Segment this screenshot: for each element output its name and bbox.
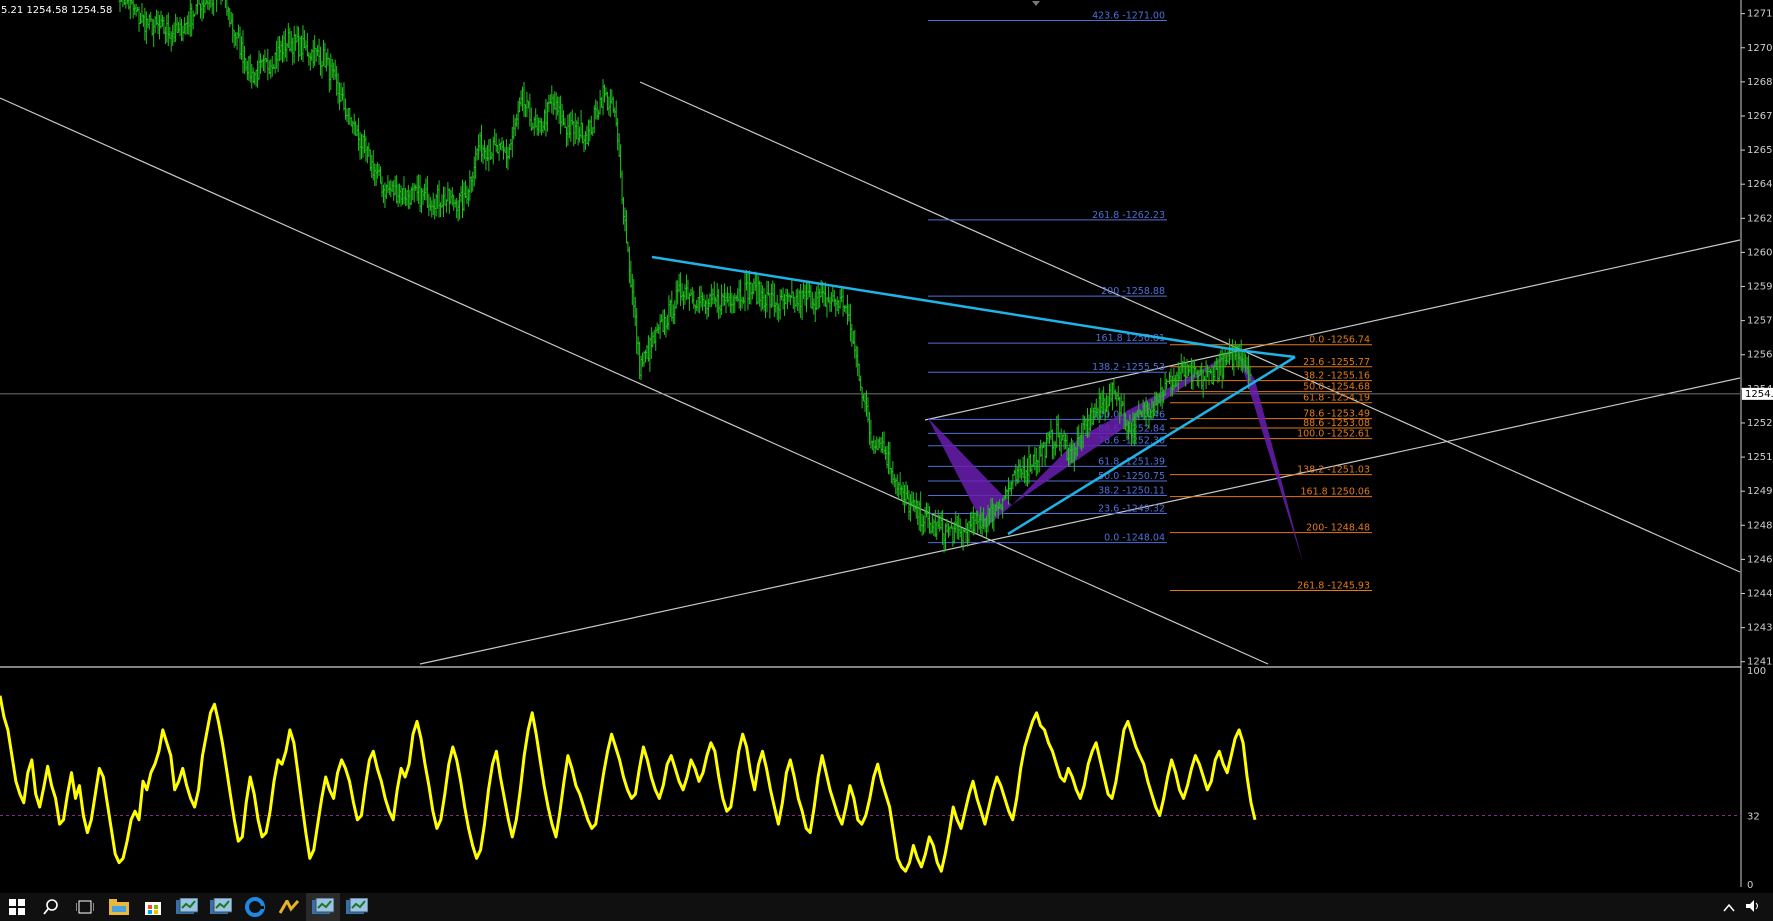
price-tick-label: 1251. (1747, 452, 1773, 463)
fib-blue-level-label-12: 0.0 -1248.04 (1104, 533, 1165, 544)
store-icon[interactable] (136, 893, 170, 921)
app-icon[interactable] (272, 893, 306, 921)
price-tick-label: 1271. (1747, 9, 1773, 20)
mt4-terminal-icon-2[interactable] (204, 893, 238, 921)
mt4-terminal-icon-3[interactable] (306, 893, 340, 921)
ohlc-readout: 5.21 1254.58 1254.58 (1, 5, 112, 16)
fib-orange-level-label-4: 61.8 -1254.19 (1303, 393, 1370, 404)
fib-orange-level-label-9: 161.8 1250.06 (1300, 487, 1370, 498)
price-chart[interactable]: 423.6 -1271.00 261.8 -1262.23 200 -1258.88… (0, 0, 1773, 893)
oscillator-tick-label: 100 (1747, 666, 1766, 677)
oscillator-tick-label: 0 (1747, 880, 1753, 891)
fib-orange-level-label-8: 138.2 -1251.03 (1297, 465, 1370, 476)
price-tick-label: 1246. (1747, 554, 1773, 565)
price-tick-label: 1244. (1747, 589, 1773, 600)
edge-icon[interactable] (238, 893, 272, 921)
price-tick-label: 1267. (1747, 111, 1773, 122)
chevron-up-icon[interactable] (1723, 898, 1735, 917)
price-tick-label: 1259. (1747, 282, 1773, 293)
fib-orange-level-label-0: 0.0 -1256.74 (1309, 335, 1370, 346)
windows-taskbar (0, 893, 1773, 921)
current-price-label: 1254. (1745, 389, 1773, 400)
fib-blue-level-label-0: 423.6 -1271.00 (1092, 10, 1165, 21)
windows-start-icon[interactable] (0, 893, 34, 921)
price-tick-label: 1256. (1747, 350, 1773, 361)
fib-orange-level-label-3: 50.0 -1254.68 (1303, 382, 1370, 393)
task-view-icon[interactable] (68, 893, 102, 921)
fib-blue-level-label-3: 161.8 1256.81 (1095, 333, 1165, 344)
oscillator-tick-label: 32 (1747, 812, 1760, 823)
fib-orange-level-label-6: 88.6 -1253.08 (1303, 418, 1370, 429)
file-explorer-icon[interactable] (102, 893, 136, 921)
search-icon[interactable] (34, 893, 68, 921)
price-tick-label: 1248. (1747, 520, 1773, 531)
fib-blue-level-label-2: 200 -1258.88 (1101, 286, 1165, 297)
price-tick-label: 1257. (1747, 316, 1773, 327)
price-tick-label: 1265. (1747, 145, 1773, 156)
fib-orange-level-label-7: 100.0 -1252.61 (1297, 429, 1370, 440)
fib-blue-level-label-4: 138.2 -1255.53 (1092, 362, 1165, 373)
fib-orange-level-label-10: 200- 1248.48 (1306, 523, 1370, 534)
fib-blue-level-label-11: 23.6 -1249.32 (1098, 503, 1165, 514)
fib-blue-level-label-10: 38.2 -1250.11 (1098, 485, 1165, 496)
fib-orange-level-label-11: 261.8 -1245.93 (1297, 581, 1370, 592)
fib-blue-level-label-1: 261.8 -1262.23 (1092, 210, 1165, 221)
mt4-terminal-icon-4[interactable] (340, 893, 374, 921)
price-tick-label: 1243. (1747, 623, 1773, 634)
price-tick-label: 1270. (1747, 43, 1773, 54)
price-tick-label: 1249. (1747, 486, 1773, 497)
fib-orange-level-label-2: 38.2 -1255.16 (1303, 371, 1370, 382)
fib-orange-level-label-1: 23.6 -1255.77 (1303, 357, 1370, 368)
price-tick-label: 1260. (1747, 247, 1773, 258)
mt4-terminal-icon[interactable] (170, 893, 204, 921)
price-tick-label: 1262. (1747, 213, 1773, 224)
price-tick-label: 1252. (1747, 418, 1773, 429)
price-tick-label: 1264. (1747, 179, 1773, 190)
speaker-icon[interactable] (1745, 898, 1761, 917)
price-tick-label: 1268. (1747, 77, 1773, 88)
